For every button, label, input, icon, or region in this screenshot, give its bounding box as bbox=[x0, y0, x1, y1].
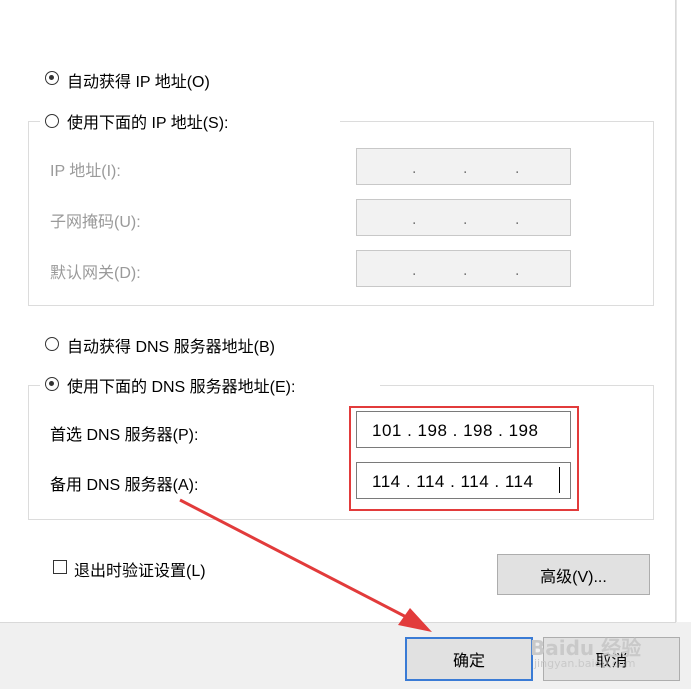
baidu-watermark-url: jingyan.baidu.com bbox=[534, 657, 636, 670]
annotation-arrow-icon bbox=[179, 498, 432, 632]
